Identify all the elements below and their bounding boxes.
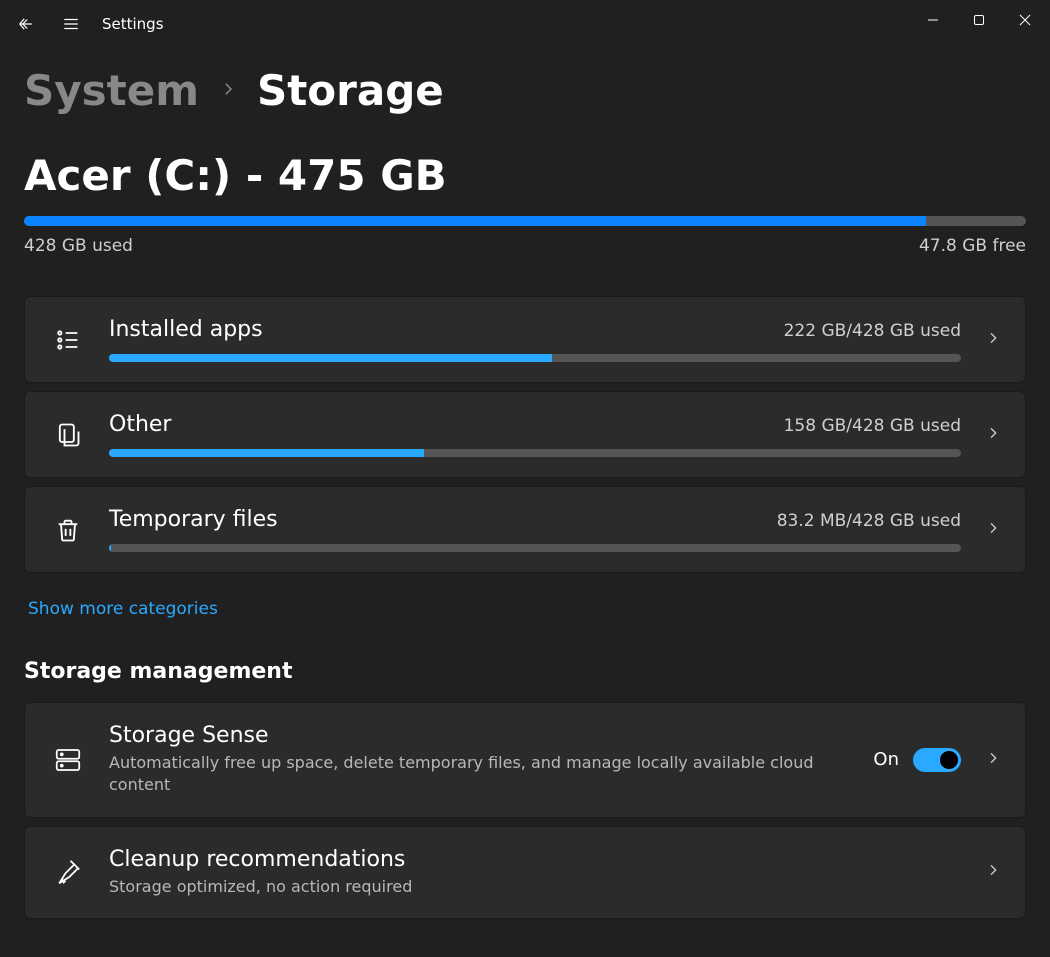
category-usage: 222 GB/428 GB used — [784, 321, 961, 341]
storage-sense-description: Automatically free up space, delete temp… — [109, 752, 829, 797]
hamburger-icon — [62, 15, 80, 33]
category-usage-bar — [109, 354, 961, 362]
drive-free-label: 47.8 GB free — [919, 236, 1026, 256]
nav-menu-button[interactable] — [48, 0, 94, 48]
chevron-right-icon — [985, 750, 1001, 770]
drive-usage-bar-fill — [24, 216, 926, 226]
breadcrumb: System Storage — [24, 66, 1026, 115]
category-name: Other — [109, 412, 171, 437]
storage-category-row[interactable]: Temporary files 83.2 MB/428 GB used — [24, 486, 1026, 573]
app-title: Settings — [102, 15, 164, 33]
breadcrumb-parent[interactable]: System — [24, 66, 199, 115]
title-bar: Settings — [0, 0, 1050, 48]
cleanup-icon — [49, 853, 87, 891]
cleanup-title: Cleanup recommendations — [109, 847, 961, 872]
category-usage-bar-fill — [109, 354, 552, 362]
storage-sense-toggle[interactable] — [913, 748, 961, 772]
storage-management-heading: Storage management — [24, 659, 1026, 684]
category-usage-bar-fill — [109, 544, 111, 552]
close-icon — [1019, 14, 1031, 26]
minimize-icon — [927, 14, 939, 26]
drive-stack-icon — [53, 745, 83, 775]
category-usage-bar — [109, 449, 961, 457]
storage-sense-row[interactable]: Storage Sense Automatically free up spac… — [24, 702, 1026, 818]
chevron-right-icon — [985, 425, 1001, 445]
storage-sense-toggle-label: On — [873, 749, 899, 770]
broom-icon — [53, 857, 83, 887]
storage-category-row[interactable]: Other 158 GB/428 GB used — [24, 391, 1026, 478]
storage-category-row[interactable]: Installed apps 222 GB/428 GB used — [24, 296, 1026, 383]
cleanup-description: Storage optimized, no action required — [109, 876, 829, 898]
breadcrumb-current: Storage — [257, 66, 444, 115]
chevron-right-icon — [985, 862, 1001, 882]
drive-used-label: 428 GB used — [24, 236, 133, 256]
maximize-button[interactable] — [956, 4, 1002, 36]
category-name: Temporary files — [109, 507, 278, 532]
drive-title: Acer (C:) - 475 GB — [24, 151, 1026, 200]
storage-sense-icon — [49, 741, 87, 779]
chevron-right-icon — [985, 520, 1001, 540]
window-controls — [910, 12, 1048, 36]
maximize-icon — [973, 14, 985, 26]
category-usage: 83.2 MB/428 GB used — [777, 511, 961, 531]
drive-usage-bar — [24, 216, 1026, 226]
category-usage-bar — [109, 544, 961, 552]
category-usage: 158 GB/428 GB used — [784, 416, 961, 436]
back-button[interactable] — [2, 0, 48, 48]
minimize-button[interactable] — [910, 4, 956, 36]
cleanup-recommendations-row[interactable]: Cleanup recommendations Storage optimize… — [24, 826, 1026, 919]
chevron-right-icon — [219, 80, 237, 102]
chevron-right-icon — [985, 330, 1001, 350]
document-stack-icon — [49, 416, 87, 454]
show-more-categories-link[interactable]: Show more categories — [28, 599, 218, 619]
trash-icon — [49, 511, 87, 549]
close-button[interactable] — [1002, 4, 1048, 36]
storage-sense-title: Storage Sense — [109, 723, 857, 748]
apps-list-icon — [49, 321, 87, 359]
category-name: Installed apps — [109, 317, 263, 342]
category-usage-bar-fill — [109, 449, 424, 457]
